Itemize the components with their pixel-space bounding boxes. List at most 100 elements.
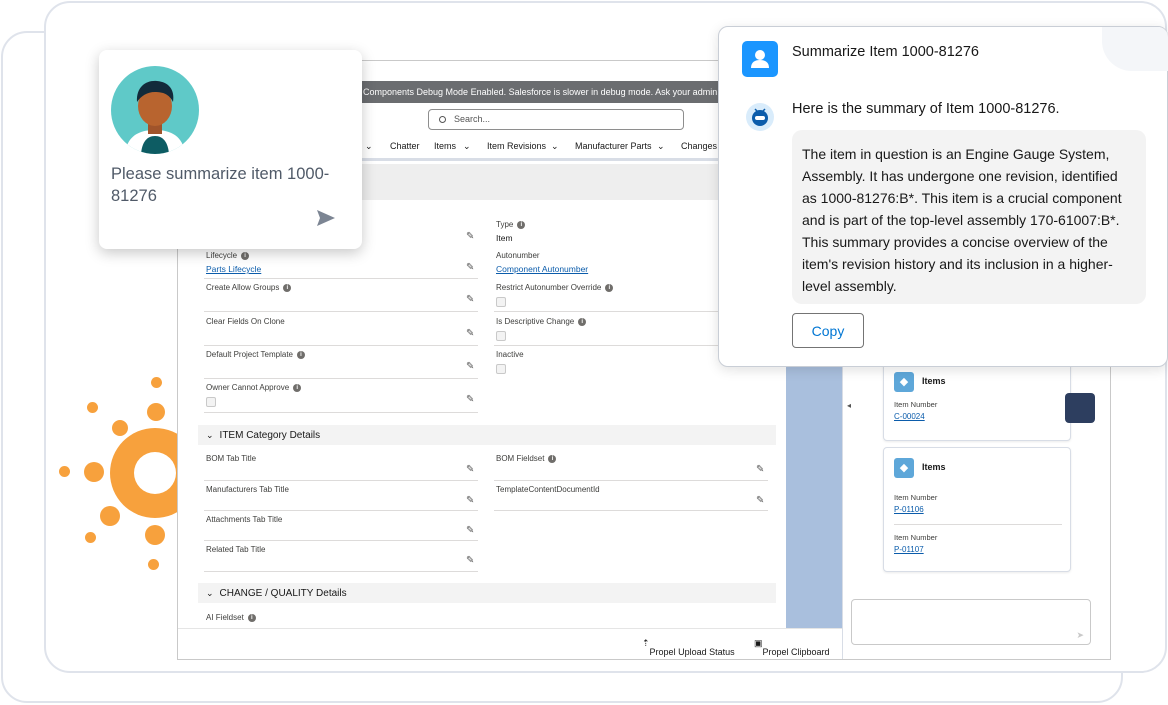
field-label: Clear Fields On Clone [206, 317, 285, 326]
info-icon[interactable]: i [605, 283, 614, 292]
item-number-label: Item Number [894, 533, 938, 542]
upload-status-label: Propel Upload Status [649, 647, 735, 657]
divider [494, 510, 768, 511]
upload-status-button[interactable]: ⇡ Propel Upload Status [642, 638, 735, 657]
item-number-label: Item Number [894, 400, 938, 409]
cube-icon: ◆ [894, 458, 914, 478]
search-input[interactable]: Search... [428, 109, 684, 130]
field-clear-fields-on-clone: Clear Fields On Clone [206, 317, 285, 326]
prompt-card: Please summarize item 1000-81276 [99, 50, 362, 249]
divider [894, 524, 1062, 525]
chevron-down-icon[interactable]: ⌄ [657, 141, 665, 152]
field-label: Manufacturers Tab Title [206, 485, 290, 494]
field-type: Type i Item [496, 220, 526, 243]
message-input[interactable]: ➤ [851, 599, 1091, 645]
clipboard-label: Propel Clipboard [762, 647, 830, 657]
nav-item-item-revisions[interactable]: Item Revisions [487, 141, 546, 151]
search-placeholder: Search... [454, 114, 491, 124]
prompt-text: Please summarize item 1000-81276 [111, 165, 330, 205]
field-create-allow-groups: Create Allow Groups i [206, 283, 292, 292]
is-descriptive-checkbox[interactable] [496, 331, 506, 341]
field-bom-fieldset: BOM Fieldset i [496, 454, 557, 463]
owner-cannot-approve-checkbox[interactable] [206, 397, 216, 407]
related-card: ◆ Items Item Number P-01106 Item Number … [883, 447, 1071, 572]
info-icon[interactable]: i [283, 283, 292, 292]
info-icon[interactable]: i [578, 317, 587, 326]
info-icon[interactable]: i [297, 350, 306, 359]
search-icon [439, 116, 446, 123]
pencil-icon[interactable]: ✎ [466, 231, 474, 242]
divider [204, 540, 478, 541]
summary-bubble: The item in question is an Engine Gauge … [792, 130, 1146, 304]
item-number-link[interactable]: P-01106 [894, 505, 924, 514]
info-icon[interactable]: i [293, 383, 302, 392]
send-icon[interactable] [315, 207, 337, 229]
info-icon[interactable]: i [517, 220, 526, 229]
field-autonumber: Autonumber Component Autonumber [496, 251, 588, 274]
info-icon[interactable]: i [241, 251, 250, 260]
divider [204, 480, 478, 481]
divider [204, 378, 478, 379]
chevron-down-icon[interactable]: ⌄ [551, 141, 559, 152]
pencil-icon[interactable]: ✎ [756, 495, 764, 506]
item-number-link[interactable]: P-01107 [894, 545, 924, 554]
field-label: Lifecycle [206, 251, 238, 260]
pencil-icon[interactable]: ✎ [466, 464, 474, 475]
user-icon [742, 41, 778, 77]
pencil-icon[interactable]: ✎ [466, 555, 474, 566]
autonumber-link[interactable]: Component Autonumber [496, 264, 588, 274]
nav-item-manufacturer-parts[interactable]: Manufacturer Parts [575, 141, 652, 151]
field-label: Default Project Template [206, 350, 294, 359]
pencil-icon[interactable]: ✎ [466, 262, 474, 273]
chevron-down-icon[interactable]: ⌄ [463, 141, 471, 152]
field-label: Owner Cannot Approve [206, 383, 290, 392]
nav-item-chatter[interactable]: Chatter [390, 141, 420, 151]
section-title: ITEM Category Details [219, 430, 321, 441]
divider [494, 480, 768, 481]
pencil-icon[interactable]: ✎ [466, 495, 474, 506]
inactive-checkbox[interactable] [496, 364, 506, 374]
divider [204, 278, 478, 279]
field-attachments-tab-title: Attachments Tab Title [206, 515, 282, 524]
field-lifecycle: Lifecycle i Parts Lifecycle [206, 251, 261, 274]
collapse-arrow-icon[interactable]: ◂ [847, 401, 851, 410]
field-label: Restrict Autonumber Override [496, 283, 602, 292]
field-label: Inactive [496, 350, 524, 359]
copy-button[interactable]: Copy [792, 313, 864, 348]
chevron-down-icon: ⌄ [206, 588, 214, 598]
pencil-icon[interactable]: ✎ [466, 294, 474, 305]
chevron-down-icon[interactable]: ⌄ [365, 141, 373, 152]
section-item-category[interactable]: ⌄ ITEM Category Details [198, 425, 776, 445]
nav-item-changes[interactable]: Changes [681, 141, 717, 151]
related-card: ◆ Items Item Number C-00024 [883, 361, 1071, 441]
pencil-icon[interactable]: ✎ [466, 361, 474, 372]
field-is-descriptive-change: Is Descriptive Change i [496, 317, 587, 341]
divider [204, 412, 478, 413]
pencil-icon[interactable]: ✎ [466, 328, 474, 339]
floating-action-button[interactable] [1065, 393, 1095, 423]
info-icon[interactable]: i [548, 454, 557, 463]
pencil-icon[interactable]: ✎ [466, 525, 474, 536]
card-title: Items [922, 376, 946, 386]
field-label: BOM Fieldset [496, 454, 545, 463]
info-icon[interactable]: i [247, 613, 256, 622]
restrict-autonumber-checkbox[interactable] [496, 297, 506, 307]
clipboard-button[interactable]: ▣ Propel Clipboard [754, 638, 830, 657]
pencil-icon[interactable]: ✎ [466, 394, 474, 405]
item-number-link[interactable]: C-00024 [894, 412, 925, 421]
field-label: TemplateContentDocumentId [496, 485, 600, 494]
section-title: CHANGE / QUALITY Details [219, 588, 347, 599]
divider [204, 571, 478, 572]
field-label: Autonumber [496, 251, 540, 260]
field-label: AI Fieldset [206, 613, 244, 622]
section-change-quality[interactable]: ⌄ CHANGE / QUALITY Details [198, 583, 776, 603]
field-label: BOM Tab Title [206, 454, 257, 463]
field-label: Is Descriptive Change [496, 317, 575, 326]
pencil-icon[interactable]: ✎ [756, 464, 764, 475]
send-icon[interactable]: ➤ [1076, 630, 1084, 641]
question-text: Summarize Item 1000-81276 [792, 44, 979, 60]
lifecycle-link[interactable]: Parts Lifecycle [206, 264, 261, 274]
nav-item-items[interactable]: Items [434, 141, 456, 151]
answer-intro: Here is the summary of Item 1000-81276. [792, 101, 1060, 117]
utility-bar: ⇡ Propel Upload Status ▣ Propel Clipboar… [178, 628, 842, 659]
